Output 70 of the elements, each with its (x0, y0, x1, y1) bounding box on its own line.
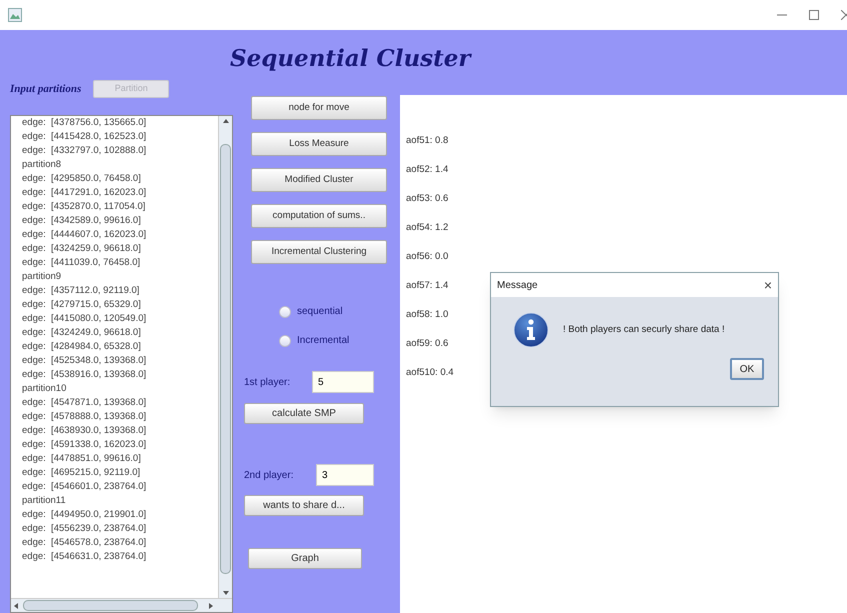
info-icon (513, 312, 549, 348)
input-label: Input partitions (10, 82, 82, 97)
ok-button[interactable]: OK (730, 358, 764, 380)
player-input[interactable]: 5 (312, 371, 374, 393)
result-line: aof52: 1.4 (406, 163, 448, 176)
list-line: partition9 (22, 270, 62, 284)
list-line: edge: [4638930.0, 139368.0] (22, 424, 148, 438)
list-line: edge: [4411039.0, 76458.0] (22, 256, 142, 270)
list-line: edge: [4378756.0, 135665.0] (22, 116, 148, 130)
app-title: Sequential Cluster (230, 44, 471, 74)
graph-button[interactable]: Graph (248, 548, 362, 569)
list-line: partition11 (22, 494, 67, 508)
result-line: aof59: 0.6 (406, 337, 448, 350)
radio-button[interactable] (279, 334, 291, 346)
close-icon[interactable] (841, 10, 847, 20)
result-line: aof54: 1.2 (406, 221, 448, 234)
list-line: edge: [4332797.0, 102888.0] (22, 144, 148, 158)
radio-label[interactable]: sequential (297, 304, 343, 319)
minimize-icon[interactable] (777, 14, 787, 16)
action-button[interactable]: computation of sums.. (251, 204, 387, 228)
list-line: edge: [4417291.0, 162023.0] (22, 186, 148, 200)
list-line: edge: [4556239.0, 238764.0] (22, 522, 148, 536)
radio-label[interactable]: Incremental (297, 333, 350, 348)
list-line: edge: [4547871.0, 139368.0] (22, 396, 148, 410)
list-line: edge: [4478851.0, 99616.0] (22, 452, 142, 466)
list-line: edge: [4324249.0, 96618.0] (22, 326, 142, 340)
list-line: partition10 (22, 382, 68, 396)
action-button[interactable]: Modified Cluster (251, 168, 387, 192)
action-button[interactable]: Incremental Clustering (251, 240, 387, 264)
horizontal-scrollbar[interactable] (11, 598, 232, 612)
list-line: edge: [4279715.0, 65329.0] (22, 298, 142, 312)
list-line: edge: [4357112.0, 92119.0] (22, 284, 140, 298)
result-line: aof56: 0.0 (406, 250, 448, 263)
list-line: edge: [4415428.0, 162523.0] (22, 130, 148, 144)
list-line: edge: [4695215.0, 92119.0] (22, 466, 142, 480)
share-button[interactable]: wants to share d... (244, 495, 364, 516)
player-label: 1st player: (244, 376, 290, 390)
list-line: edge: [4578888.0, 139368.0] (22, 410, 148, 424)
result-line: aof510: 0.4 (406, 366, 454, 379)
list-line: edge: [4324259.0, 96618.0] (22, 242, 142, 256)
list-line: edge: [4538916.0, 139368.0] (22, 368, 148, 382)
list-line: edge: [4546601.0, 238764.0] (22, 480, 148, 494)
calculate-smp-button[interactable]: calculate SMP (244, 403, 364, 424)
list-line: edge: [4494950.0, 219901.0] (22, 508, 148, 522)
result-line: aof57: 1.4 (406, 279, 448, 292)
player-label: 2nd player: (244, 468, 294, 482)
list-line: edge: [4295850.0, 76458.0] (22, 172, 142, 186)
player-input[interactable]: 3 (316, 464, 374, 486)
list-line: edge: [4352870.0, 117054.0] (22, 200, 146, 214)
list-line: edge: [4546578.0, 238764.0] (22, 536, 148, 550)
list-line: edge: [4546631.0, 238764.0] (22, 550, 148, 564)
action-button[interactable]: Loss Measure (251, 132, 387, 156)
app-icon (8, 8, 22, 22)
vertical-scrollbar[interactable] (218, 116, 232, 598)
dialog-title: Message (497, 278, 538, 292)
close-button[interactable]: × (764, 278, 772, 292)
action-button[interactable]: node for move (251, 96, 387, 120)
radio-button[interactable] (279, 306, 291, 318)
list-line: edge: [4591338.0, 162023.0] (22, 438, 148, 452)
result-line: aof58: 1.0 (406, 308, 448, 321)
list-line: edge: [4415080.0, 120549.0] (22, 312, 148, 326)
list-line: partition8 (22, 158, 62, 172)
list-line: edge: [4342589.0, 99616.0] (22, 214, 142, 228)
list-line: edge: [4444607.0, 162023.0] (22, 228, 148, 242)
dialog-message: ! Both players can securly share data ! (563, 322, 725, 337)
result-line: aof53: 0.6 (406, 192, 448, 205)
maximize-icon[interactable] (809, 10, 819, 20)
list-line: edge: [4525348.0, 139368.0] (22, 354, 148, 368)
list-line: edge: [4284984.0, 65328.0] (22, 340, 142, 354)
result-line: aof51: 0.8 (406, 134, 448, 147)
